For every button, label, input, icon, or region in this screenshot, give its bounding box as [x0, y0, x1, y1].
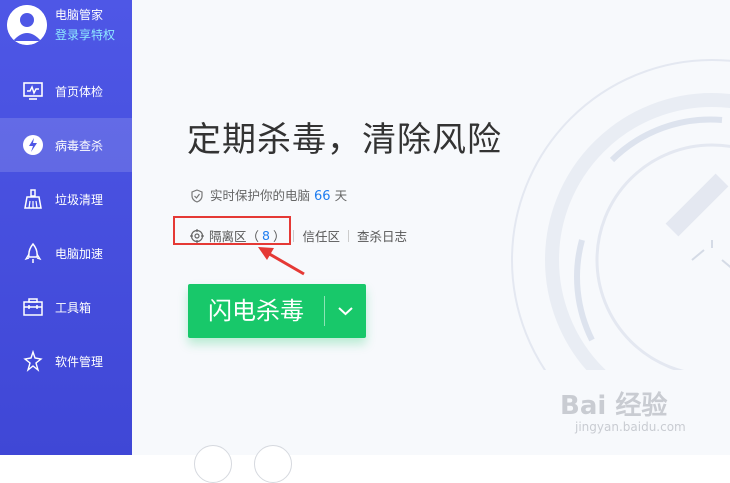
watermark-logo: Bai 经验 — [560, 391, 668, 421]
red-arrow-icon — [258, 247, 305, 276]
software-icon — [23, 350, 43, 372]
protection-status: 实时保护你的电脑 66 天 — [190, 185, 347, 204]
login-link[interactable]: 登录享特权 — [55, 26, 115, 43]
sidebar-item-speedup[interactable]: 电脑加速 — [0, 226, 132, 280]
scan-options-dropdown[interactable] — [325, 284, 366, 338]
chevron-down-icon — [338, 307, 353, 316]
user-avatar-icon — [7, 5, 47, 45]
sidebar-item-toolbox[interactable]: 工具箱 — [0, 280, 132, 334]
page-title: 定期杀毒，清除风险 — [187, 120, 502, 160]
broom-icon — [24, 189, 42, 209]
watermark-url: jingyan.baidu.com — [575, 420, 686, 434]
profile[interactable]: 电脑管家 登录享特权 — [0, 0, 132, 60]
protection-unit: 天 — [334, 188, 348, 203]
sidebar-item-junk-clean[interactable]: 垃圾清理 — [0, 172, 132, 226]
sidebar-item-label: 病毒查杀 — [55, 139, 104, 153]
bottom-tool-button[interactable] — [194, 445, 232, 483]
avatar[interactable] — [7, 5, 47, 45]
sidebar: 电脑管家 登录享特权 首页体检 病毒查杀 垃圾清理 电脑加速 工具箱 软件管理 — [0, 0, 132, 455]
bottom-tool-button[interactable] — [254, 445, 292, 483]
sidebar-item-label: 工具箱 — [55, 301, 92, 315]
quick-scan-label[interactable]: 闪电杀毒 — [188, 284, 324, 338]
protection-days: 66 — [314, 189, 331, 204]
sidebar-item-label: 电脑加速 — [55, 247, 104, 261]
toolbox-icon — [23, 298, 43, 316]
shield-check-icon — [191, 189, 203, 203]
quick-scan-button[interactable]: 闪电杀毒 — [188, 284, 366, 338]
lightning-shield-icon — [23, 135, 43, 155]
sidebar-item-label: 首页体检 — [55, 85, 104, 99]
sidebar-item-software[interactable]: 软件管理 — [0, 334, 132, 388]
sidebar-item-label: 软件管理 — [55, 355, 104, 369]
protection-text: 实时保护你的电脑 — [210, 188, 311, 203]
link-divider — [348, 229, 349, 242]
rocket-icon — [24, 242, 42, 263]
sidebar-nav: 首页体检 病毒查杀 垃圾清理 电脑加速 工具箱 软件管理 — [0, 64, 132, 388]
sidebar-item-label: 垃圾清理 — [55, 193, 104, 207]
monitor-icon — [23, 82, 43, 100]
sidebar-item-home-check[interactable]: 首页体检 — [0, 64, 132, 118]
radar-decoration-icon — [511, 59, 730, 370]
scan-log-link[interactable]: 查杀日志 — [357, 229, 407, 244]
profile-name: 电脑管家 — [55, 8, 104, 22]
sidebar-item-virus-scan[interactable]: 病毒查杀 — [0, 118, 132, 172]
